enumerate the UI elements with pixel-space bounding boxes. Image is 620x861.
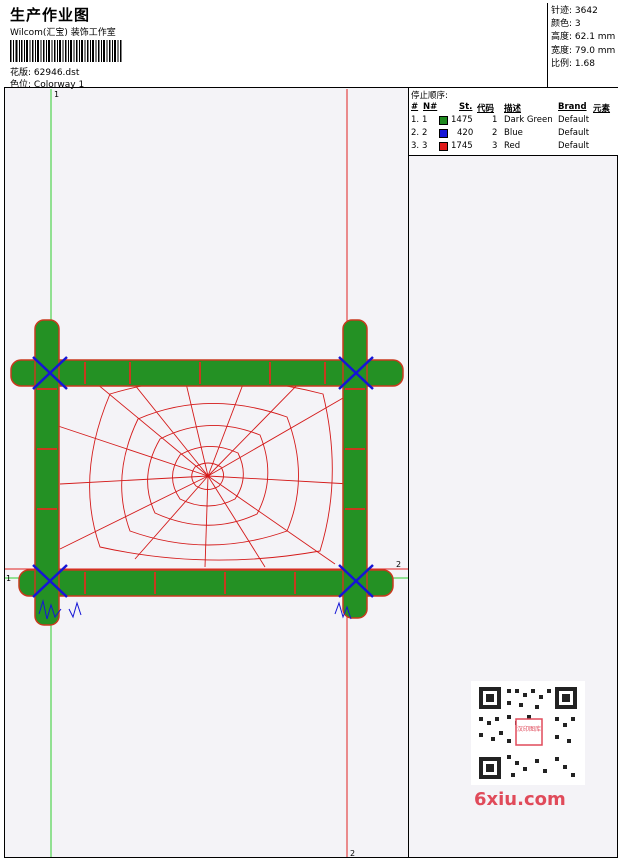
barcode bbox=[10, 40, 122, 62]
stat-height: 高度: 62.1 mm bbox=[551, 32, 616, 43]
col-head-n: N# bbox=[423, 102, 438, 112]
guide-label-h2: 2 bbox=[396, 560, 401, 569]
row-n: 3 bbox=[422, 141, 428, 151]
col-head-index: # bbox=[411, 102, 419, 112]
guide-label-v1: 1 bbox=[54, 90, 59, 99]
color-swatch bbox=[439, 129, 448, 138]
page-title: 生产作业图 bbox=[10, 6, 91, 24]
row-n: 2 bbox=[422, 128, 428, 138]
col-head-desc: 描述 bbox=[504, 104, 522, 114]
row-brand: Default bbox=[558, 115, 590, 125]
stat-width: 宽度: 79.0 mm bbox=[551, 45, 616, 56]
row-brand: Default bbox=[558, 128, 590, 138]
row-n: 1 bbox=[422, 115, 428, 125]
row-stitches: 1475 bbox=[451, 115, 473, 125]
row-code: 1 bbox=[492, 115, 498, 125]
qr-badge: 汉印图库 bbox=[517, 725, 541, 733]
embroidery-design: 1 2 1 2 bbox=[5, 89, 408, 857]
row-code: 3 bbox=[492, 141, 498, 151]
col-head-code: 代码 bbox=[477, 104, 495, 114]
row-desc: Blue bbox=[504, 128, 523, 138]
row-index: 1. bbox=[411, 115, 420, 125]
site-watermark: 6xiu.com bbox=[474, 789, 566, 810]
row-code: 2 bbox=[492, 128, 498, 138]
stat-colors: 颜色: 3 bbox=[551, 19, 581, 30]
stat-stitches: 针迹: 3642 bbox=[551, 6, 598, 16]
stop-row: 3. 3 1745 3 Red Default bbox=[409, 141, 618, 154]
row-index: 3. bbox=[411, 141, 420, 151]
stats-panel: 针迹: 3642 颜色: 3 高度: 62.1 mm 宽度: 79.0 mm 比… bbox=[547, 3, 618, 87]
spider-web bbox=[54, 373, 351, 568]
panel-divider bbox=[408, 88, 409, 858]
row-desc: Red bbox=[504, 141, 521, 151]
col-head-brand: Brand bbox=[558, 102, 587, 112]
stop-row: 1. 1 1475 1 Dark Green Default bbox=[409, 115, 618, 128]
company-name: Wilcom(汇宝) 装饰工作室 bbox=[10, 28, 116, 38]
guide-label-v2: 2 bbox=[350, 849, 355, 857]
col-head-stitches: St. bbox=[459, 102, 473, 112]
stop-sequence-panel: 停止顺序: # N# St. 代码 描述 Brand 元素 1. 1 1475 … bbox=[409, 88, 618, 156]
color-swatch bbox=[439, 116, 448, 125]
row-stitches: 420 bbox=[457, 128, 474, 138]
row-stitches: 1745 bbox=[451, 141, 473, 151]
qr-code: 汉印图库 bbox=[471, 681, 585, 785]
row-desc: Dark Green bbox=[504, 115, 553, 125]
row-index: 2. bbox=[411, 128, 420, 138]
stat-scale: 比例: 1.68 bbox=[551, 58, 595, 69]
color-swatch bbox=[439, 142, 448, 151]
guide-label-h1: 1 bbox=[6, 574, 11, 583]
header: 生产作业图 Wilcom(汇宝) 装饰工作室 花版: 62946.dst 色位:… bbox=[4, 3, 618, 90]
col-head-element: 元素 bbox=[593, 104, 611, 114]
row-brand: Default bbox=[558, 141, 590, 151]
stop-row: 2. 2 420 2 Blue Default bbox=[409, 128, 618, 141]
stop-sequence-title: 停止顺序: bbox=[411, 91, 448, 101]
